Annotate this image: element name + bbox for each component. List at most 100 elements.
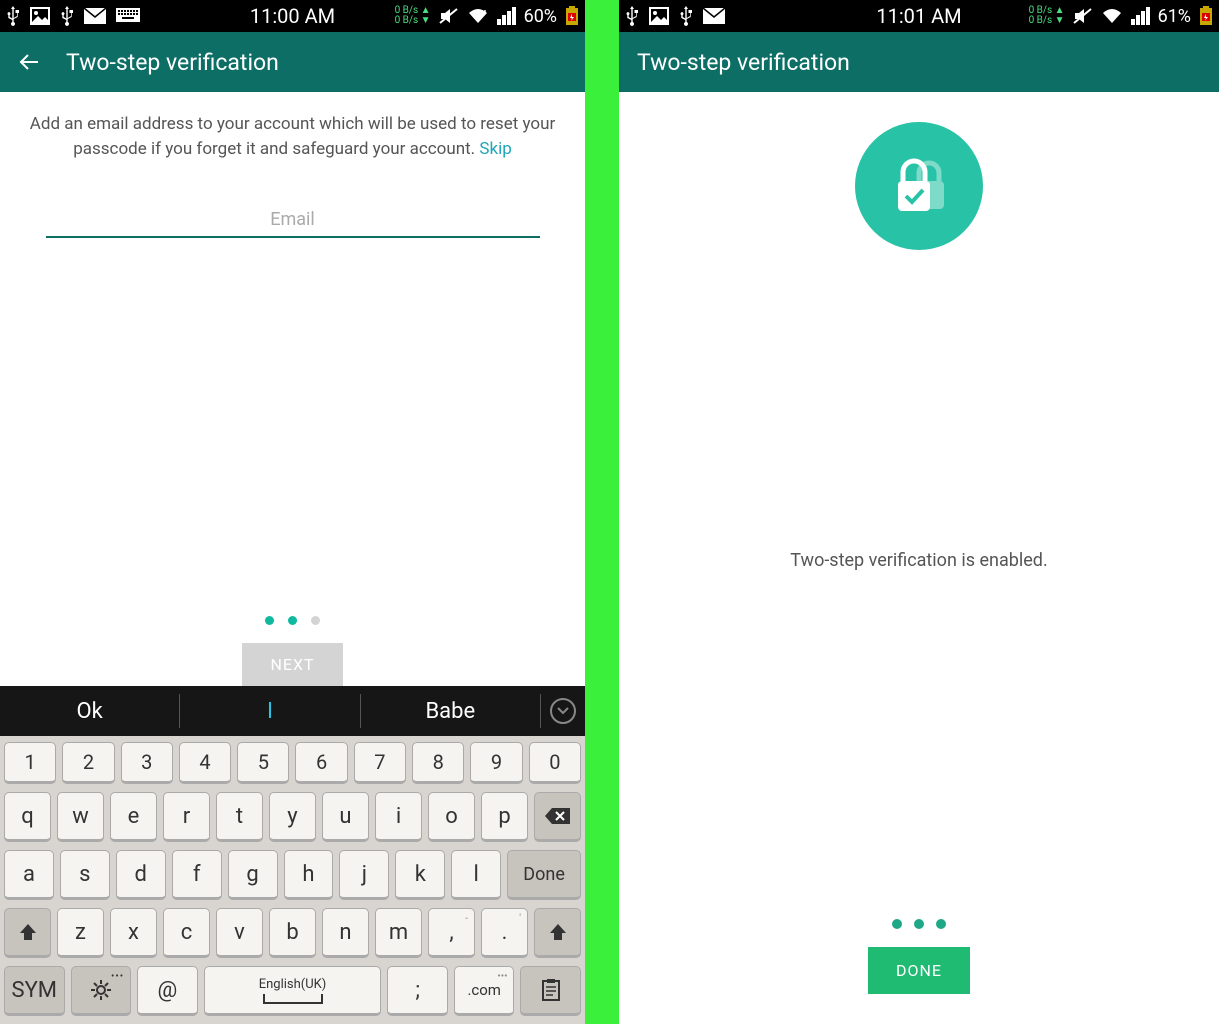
key-y[interactable]: y	[269, 792, 316, 842]
dot	[914, 919, 924, 929]
key-p[interactable]: p	[481, 792, 528, 842]
back-arrow-icon[interactable]	[18, 51, 40, 73]
key-l[interactable]: l	[451, 850, 501, 900]
key-c[interactable]: c	[163, 908, 210, 958]
key-4[interactable]: 4	[179, 742, 231, 784]
mute-icon	[1073, 7, 1093, 25]
key-j[interactable]: j	[339, 850, 389, 900]
key-9[interactable]: 9	[470, 742, 522, 784]
expand-suggestions-icon[interactable]	[541, 686, 585, 736]
key-comma[interactable]: , -	[428, 908, 475, 958]
battery-pct: 61%	[1158, 6, 1191, 27]
dot	[936, 919, 946, 929]
space-key[interactable]: English(UK)	[204, 966, 382, 1016]
key-5[interactable]: 5	[237, 742, 289, 784]
status-bar: 11:00 AM 0 B/s ▲0 B/s ▼ 60%	[0, 0, 585, 32]
keyboard-icon	[116, 8, 140, 24]
enabled-message: Two-step verification is enabled.	[790, 550, 1047, 571]
app-bar: Two-step verification	[619, 32, 1219, 92]
key-m[interactable]: m	[375, 908, 422, 958]
image-icon	[30, 7, 50, 25]
at-key[interactable]: @	[137, 966, 198, 1016]
clipboard-key[interactable]	[520, 966, 581, 1016]
key-h[interactable]: h	[284, 850, 334, 900]
key-k[interactable]: k	[395, 850, 445, 900]
key-e[interactable]: e	[110, 792, 157, 842]
dotcom-key[interactable]: .com•••	[454, 966, 515, 1016]
page-title: Two-step verification	[637, 49, 850, 76]
email-input[interactable]: Email	[46, 209, 540, 238]
status-bar: 11:01 AM 0 B/s ▲0 B/s ▼ 61%	[619, 0, 1219, 32]
key-z[interactable]: z	[57, 908, 104, 958]
usb-icon-2	[60, 6, 74, 26]
screenshot-right: 11:01 AM 0 B/s ▲0 B/s ▼ 61% Two-step ver…	[619, 0, 1219, 1024]
key-2[interactable]: 2	[62, 742, 114, 784]
shift-key-2[interactable]	[534, 908, 581, 958]
key-6[interactable]: 6	[295, 742, 347, 784]
email-placeholder: Email	[270, 209, 315, 230]
data-rate: 0 B/s ▲0 B/s ▼	[1029, 6, 1065, 26]
signal-icon	[1131, 7, 1150, 25]
wifi-icon	[467, 7, 489, 25]
settings-key[interactable]: •••	[71, 966, 132, 1016]
sym-key[interactable]: SYM	[4, 966, 65, 1016]
done-key[interactable]: Done	[507, 850, 581, 900]
key-0[interactable]: 0	[529, 742, 581, 784]
key-g[interactable]: g	[228, 850, 278, 900]
page-title: Two-step verification	[66, 49, 279, 76]
key-period[interactable]: . '	[481, 908, 528, 958]
key-n[interactable]: n	[322, 908, 369, 958]
data-rate: 0 B/s ▲0 B/s ▼	[395, 6, 431, 26]
done-button[interactable]: DONE	[868, 947, 970, 994]
mail-icon	[703, 8, 725, 24]
key-7[interactable]: 7	[354, 742, 406, 784]
page-indicator	[892, 919, 946, 929]
key-v[interactable]: v	[216, 908, 263, 958]
keyboard-suggestions: Ok I Babe	[0, 686, 585, 736]
mute-icon	[439, 7, 459, 25]
key-f[interactable]: f	[172, 850, 222, 900]
key-i[interactable]: i	[375, 792, 422, 842]
status-time: 11:00 AM	[250, 4, 335, 28]
backspace-key[interactable]	[534, 792, 581, 842]
shift-key[interactable]	[4, 908, 51, 958]
battery-pct: 60%	[524, 6, 557, 27]
screenshot-left: 11:00 AM 0 B/s ▲0 B/s ▼ 60% Two-step ver…	[0, 0, 585, 1024]
key-s[interactable]: s	[60, 850, 110, 900]
keyboard: 1234567890 qwertyuiop asdfghjklDone zxcv…	[0, 736, 585, 1024]
rate-down: 0 B/s	[395, 15, 419, 26]
image-icon	[649, 7, 669, 25]
suggestion-1[interactable]: Ok	[0, 694, 180, 728]
signal-icon	[497, 7, 516, 25]
usb-icon	[6, 6, 20, 26]
dot	[288, 616, 297, 625]
key-a[interactable]: a	[4, 850, 54, 900]
key-8[interactable]: 8	[412, 742, 464, 784]
suggestion-2[interactable]: I	[180, 694, 360, 728]
success-lock-icon	[855, 122, 983, 250]
key-d[interactable]: d	[116, 850, 166, 900]
battery-warn-icon	[565, 6, 579, 26]
key-1[interactable]: 1	[4, 742, 56, 784]
usb-icon-2	[679, 6, 693, 26]
desc-body: Add an email address to your account whi…	[30, 114, 555, 159]
key-x[interactable]: x	[110, 908, 157, 958]
dot	[265, 616, 274, 625]
battery-warn-icon	[1199, 6, 1213, 26]
mail-icon	[84, 8, 106, 24]
dot	[892, 919, 902, 929]
key-t[interactable]: t	[216, 792, 263, 842]
skip-link[interactable]: Skip	[479, 139, 511, 159]
next-button[interactable]: NEXT	[242, 643, 342, 686]
key-3[interactable]: 3	[121, 742, 173, 784]
key-w[interactable]: w	[57, 792, 104, 842]
suggestion-3[interactable]: Babe	[361, 694, 541, 728]
page-indicator	[265, 596, 320, 625]
key-q[interactable]: q	[4, 792, 51, 842]
semicolon-key[interactable]: ;	[387, 966, 448, 1016]
key-b[interactable]: b	[269, 908, 316, 958]
key-r[interactable]: r	[163, 792, 210, 842]
key-o[interactable]: o	[428, 792, 475, 842]
status-time: 11:01 AM	[876, 4, 961, 28]
key-u[interactable]: u	[322, 792, 369, 842]
